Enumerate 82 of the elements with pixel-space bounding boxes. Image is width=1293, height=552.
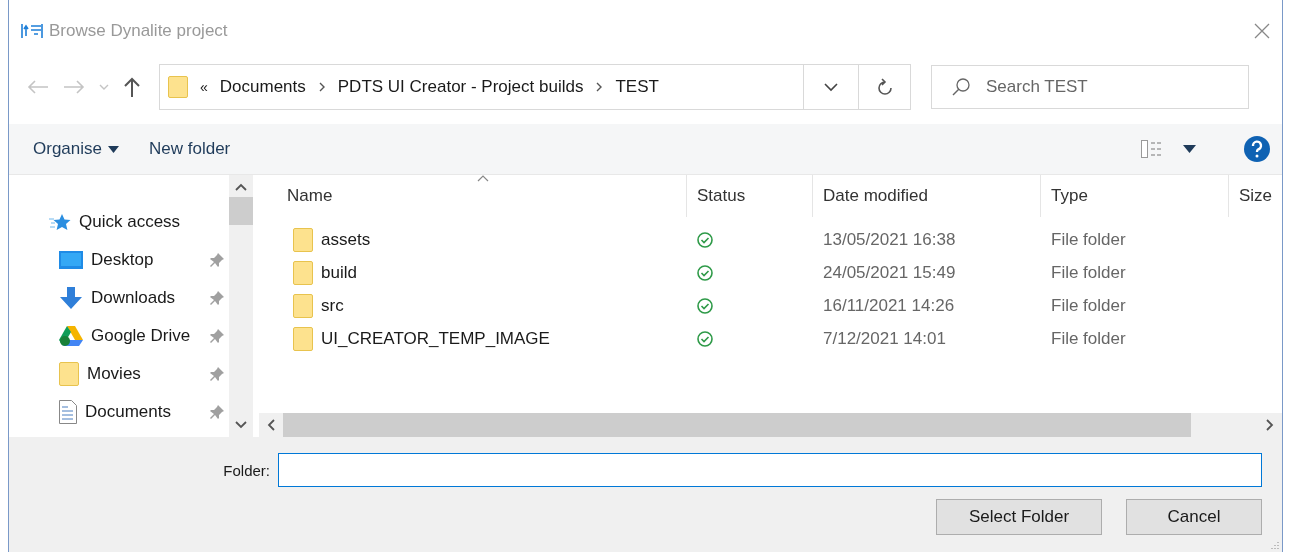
column-header[interactable]: Type bbox=[1041, 175, 1229, 217]
scroll-down-icon[interactable] bbox=[235, 421, 247, 429]
column-header[interactable]: Status bbox=[687, 175, 813, 217]
scrollbar-thumb[interactable] bbox=[229, 197, 253, 225]
column-header[interactable]: Date modified bbox=[813, 175, 1041, 217]
dialog-button[interactable]: Select Folder bbox=[936, 499, 1102, 535]
sort-up-icon bbox=[477, 175, 489, 182]
pin-icon[interactable] bbox=[209, 366, 225, 382]
folder-icon bbox=[293, 293, 313, 318]
file-name: UI_CREATOR_TEMP_IMAGE bbox=[321, 328, 550, 349]
pin-icon[interactable] bbox=[209, 404, 225, 420]
search-field[interactable]: Search TEST bbox=[931, 65, 1249, 109]
caret-icon bbox=[108, 145, 119, 153]
folder-label: Folder: bbox=[223, 461, 270, 479]
check-circle-icon bbox=[697, 231, 713, 248]
breadcrumb[interactable]: PDTS UI Creator - Project builds bbox=[337, 77, 584, 97]
window-title: Browse Dynalite project bbox=[49, 21, 228, 41]
sidebar-item[interactable]: Documents bbox=[9, 393, 229, 431]
file-row[interactable]: build 24/05/2021 15:49 File folder bbox=[259, 256, 1282, 289]
app-icon bbox=[21, 23, 43, 39]
monitor-icon bbox=[59, 250, 83, 270]
chevron-right-icon[interactable] bbox=[317, 82, 326, 92]
breadcrumb[interactable]: TEST bbox=[615, 77, 659, 97]
folder-icon bbox=[293, 260, 313, 285]
sidebar-item[interactable]: Downloads bbox=[9, 279, 229, 317]
file-row[interactable]: assets 13/05/2021 16:38 File folder bbox=[259, 223, 1282, 256]
chevron-down-icon[interactable] bbox=[824, 82, 838, 92]
file-type: File folder bbox=[1051, 295, 1126, 316]
folder-icon bbox=[59, 362, 79, 386]
breadcrumb[interactable]: Documents bbox=[219, 77, 306, 97]
scroll-right-icon[interactable] bbox=[1266, 419, 1274, 431]
folder-input[interactable] bbox=[278, 453, 1262, 487]
organise-menu-button[interactable]: Organise bbox=[27, 135, 125, 163]
date-modified: 16/11/2021 14:26 bbox=[823, 295, 955, 316]
document-icon bbox=[59, 400, 77, 424]
scroll-left-icon[interactable] bbox=[267, 419, 275, 431]
column-header[interactable]: Name bbox=[259, 175, 687, 217]
new-folder-button[interactable]: New folder bbox=[143, 135, 237, 163]
dialog-button[interactable]: Cancel bbox=[1126, 499, 1262, 535]
drive-icon bbox=[59, 325, 83, 347]
check-circle-icon bbox=[697, 297, 713, 314]
up-arrow-icon[interactable] bbox=[123, 77, 141, 97]
column-header[interactable]: Size bbox=[1229, 175, 1282, 217]
refresh-button[interactable] bbox=[859, 64, 911, 110]
overflow-chevron[interactable]: « bbox=[200, 79, 208, 95]
date-modified: 24/05/2021 15:49 bbox=[823, 262, 956, 283]
pin-icon[interactable] bbox=[209, 252, 225, 268]
file-type: File folder bbox=[1051, 229, 1126, 250]
star-icon bbox=[49, 213, 71, 231]
folder-icon bbox=[293, 326, 313, 351]
scroll-up-icon[interactable] bbox=[235, 183, 247, 191]
folder-icon bbox=[293, 227, 313, 252]
address-bar[interactable]: « Documents PDTS UI Creator - Project builds TEST bbox=[159, 64, 859, 110]
down-arrow-icon bbox=[59, 287, 83, 309]
file-name: build bbox=[321, 262, 357, 283]
sidebar-item[interactable]: Desktop bbox=[9, 241, 229, 279]
pin-icon[interactable] bbox=[209, 328, 225, 344]
date-modified: 7/12/2021 14:01 bbox=[823, 328, 946, 349]
search-icon bbox=[951, 77, 971, 97]
chevron-right-icon[interactable] bbox=[595, 82, 604, 92]
file-type: File folder bbox=[1051, 262, 1126, 283]
file-row[interactable]: UI_CREATOR_TEMP_IMAGE 7/12/2021 14:01 File folder bbox=[259, 322, 1282, 355]
back-arrow-icon[interactable] bbox=[27, 79, 49, 95]
forward-arrow-icon[interactable] bbox=[63, 79, 85, 95]
vertical-scrollbar[interactable] bbox=[229, 175, 253, 437]
check-circle-icon bbox=[697, 330, 713, 347]
file-row[interactable]: src 16/11/2021 14:26 File folder bbox=[259, 289, 1282, 322]
sidebar-item[interactable]: Google Drive bbox=[9, 317, 229, 355]
refresh-icon bbox=[876, 78, 893, 96]
sidebar-item[interactable]: Quick access bbox=[9, 203, 229, 241]
resize-grip-icon[interactable] bbox=[1270, 540, 1280, 550]
caret-icon[interactable] bbox=[1183, 145, 1196, 153]
pin-icon[interactable] bbox=[209, 290, 225, 306]
sidebar-item[interactable]: Movies bbox=[9, 355, 229, 393]
file-name: src bbox=[321, 295, 344, 316]
help-icon[interactable] bbox=[1244, 136, 1270, 162]
folder-icon bbox=[168, 76, 188, 98]
file-name: assets bbox=[321, 229, 371, 250]
file-type: File folder bbox=[1051, 328, 1126, 349]
close-icon[interactable] bbox=[1254, 23, 1270, 39]
date-modified: 13/05/2021 16:38 bbox=[823, 229, 956, 250]
check-circle-icon bbox=[697, 264, 713, 281]
